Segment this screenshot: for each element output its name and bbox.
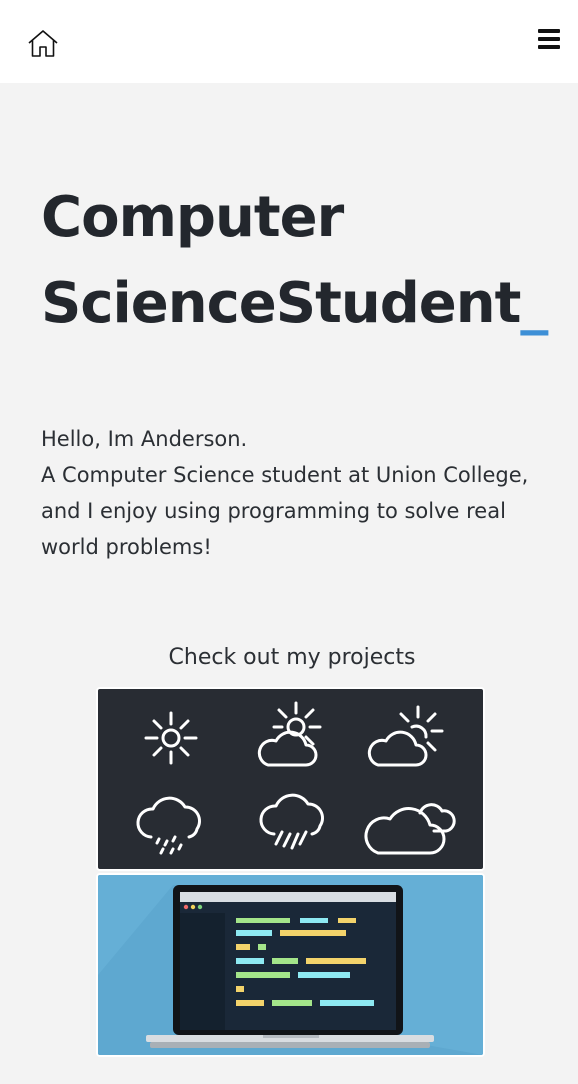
code-project-card[interactable] [96, 873, 485, 1057]
sun-cloud-icon [257, 701, 322, 767]
page-title: Computer ScienceStudent_ [41, 175, 548, 347]
home-icon [28, 30, 58, 57]
weather-project-card[interactable] [96, 687, 485, 871]
intro-text: Hello, Im Anderson. A Computer Science s… [41, 421, 546, 565]
rain-heavy-icon [259, 793, 324, 850]
home-button[interactable] [26, 27, 60, 61]
rain-light-icon [136, 796, 201, 855]
typing-cursor: _ [520, 271, 548, 336]
title-line-2: ScienceStudent [41, 271, 521, 336]
intro-greeting: Hello, Im Anderson. [41, 427, 248, 451]
intro-description: A Computer Science student at Union Coll… [41, 463, 529, 559]
hamburger-menu-icon[interactable] [538, 29, 563, 53]
projects-heading: Check out my projects [168, 645, 416, 670]
navbar [0, 0, 578, 83]
partly-cloudy-icon [367, 705, 444, 767]
cloudy-icon [364, 803, 456, 855]
weather-icons-image [136, 701, 456, 855]
sun-icon [144, 711, 198, 765]
title-line-1: Computer [41, 185, 344, 250]
hero: Computer ScienceStudent_ [41, 175, 548, 347]
laptop-code-icon [98, 875, 483, 1055]
